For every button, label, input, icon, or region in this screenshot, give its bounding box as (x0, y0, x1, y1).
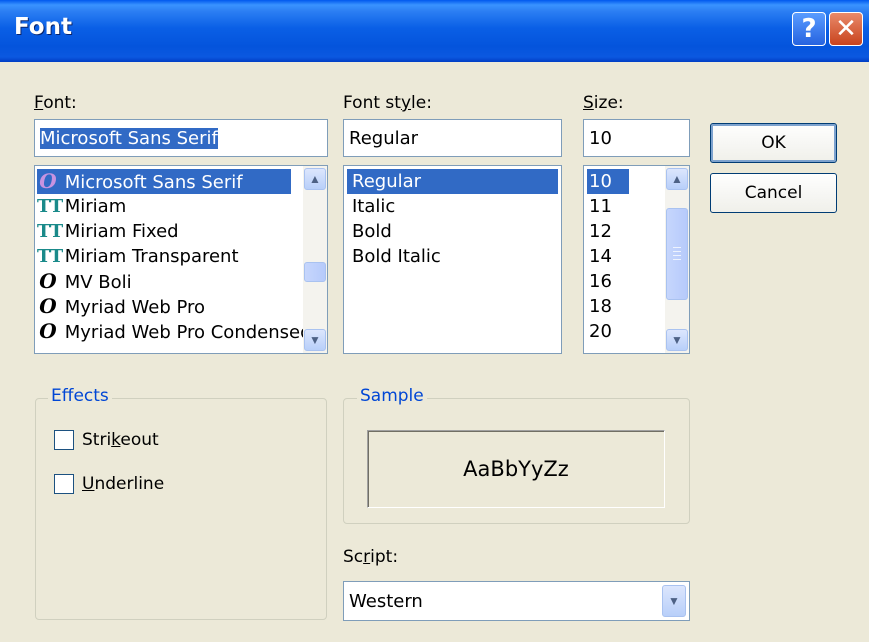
opentype-icon: O (39, 319, 57, 343)
font-list-item[interactable]: O Myriad Web Pro Condensed (37, 319, 311, 344)
arrow-down-icon: ▼ (671, 333, 683, 347)
font-list-item[interactable]: O MV Boli (37, 269, 131, 294)
size-item[interactable]: 11 (587, 194, 612, 219)
strikeout-label[interactable]: Strikeout (82, 430, 159, 450)
underline-label[interactable]: Underline (82, 474, 164, 494)
font-list-item[interactable]: TT Miriam Transparent (37, 244, 239, 269)
font-style-item[interactable]: Bold (347, 219, 392, 244)
font-list-item[interactable]: TT Miriam (37, 194, 126, 219)
window-title: Font (14, 14, 72, 40)
truetype-icon: TT (37, 196, 64, 217)
scroll-down-button[interactable]: ▼ (304, 329, 326, 351)
close-button[interactable]: ✕ (829, 12, 863, 46)
strikeout-checkbox[interactable] (54, 430, 74, 450)
arrow-down-icon: ▼ (309, 333, 321, 347)
scroll-thumb[interactable] (666, 208, 688, 300)
arrow-up-icon: ▲ (671, 172, 683, 186)
font-list-item[interactable]: O Microsoft Sans Serif (37, 169, 291, 194)
effects-group (35, 398, 327, 620)
size-label: Size: (583, 93, 624, 113)
size-item[interactable]: 12 (587, 219, 612, 244)
font-style-item[interactable]: Bold Italic (347, 244, 441, 269)
size-item[interactable]: 18 (587, 294, 612, 319)
font-style-label: Font style: (343, 93, 432, 113)
truetype-icon: TT (37, 221, 64, 242)
size-item[interactable]: 14 (587, 244, 612, 269)
font-style-input[interactable]: Regular (343, 119, 562, 157)
truetype-icon: TT (37, 246, 64, 267)
help-button[interactable]: ? (792, 12, 826, 46)
scroll-down-button[interactable]: ▼ (666, 329, 688, 351)
opentype-icon: O (39, 169, 57, 193)
font-name-value: Microsoft Sans Serif (40, 127, 218, 149)
font-style-item[interactable]: Regular (347, 169, 558, 194)
script-label: Script: (343, 547, 399, 567)
effects-legend: Effects (48, 386, 112, 406)
font-list-item[interactable]: O Myriad Web Pro (37, 294, 205, 319)
ok-button[interactable]: OK (710, 123, 837, 163)
size-value: 10 (589, 127, 612, 149)
size-list-scrollbar[interactable]: ▲ ▼ (665, 166, 689, 353)
close-icon: ✕ (835, 14, 857, 44)
size-list[interactable]: 10 11 12 14 16 18 20 ▲ ▼ (583, 165, 690, 354)
font-list-scrollbar[interactable]: ▲ ▼ (303, 166, 327, 353)
font-list-item[interactable]: TT Miriam Fixed (37, 219, 179, 244)
font-list[interactable]: O Microsoft Sans Serif TT Miriam TT Miri… (34, 165, 328, 354)
script-dropdown-button[interactable]: ▼ (662, 585, 686, 617)
cancel-button[interactable]: Cancel (710, 173, 837, 213)
sample-preview: AaBbYyZz (367, 430, 665, 508)
title-bar[interactable]: Font ? ✕ (0, 0, 869, 62)
arrow-up-icon: ▲ (309, 172, 321, 186)
sample-legend: Sample (357, 386, 427, 406)
opentype-icon: O (39, 269, 57, 293)
size-input[interactable]: 10 (583, 119, 690, 157)
size-item[interactable]: 16 (587, 269, 612, 294)
font-style-item[interactable]: Italic (347, 194, 395, 219)
script-select[interactable]: Western (343, 581, 690, 621)
size-item[interactable]: 20 (587, 319, 612, 344)
size-item[interactable]: 10 (587, 169, 629, 194)
chevron-down-icon: ▼ (668, 594, 680, 608)
underline-checkbox[interactable] (54, 474, 74, 494)
script-value: Western (349, 590, 423, 612)
scroll-thumb[interactable] (304, 262, 326, 282)
font-name-input[interactable]: Microsoft Sans Serif (34, 119, 328, 157)
font-label: Font: (34, 93, 77, 113)
help-icon: ? (801, 14, 817, 44)
font-style-value: Regular (349, 127, 419, 149)
opentype-icon: O (39, 294, 57, 318)
font-style-list[interactable]: Regular Italic Bold Bold Italic (343, 165, 562, 354)
scroll-up-button[interactable]: ▲ (666, 168, 688, 190)
scroll-up-button[interactable]: ▲ (304, 168, 326, 190)
